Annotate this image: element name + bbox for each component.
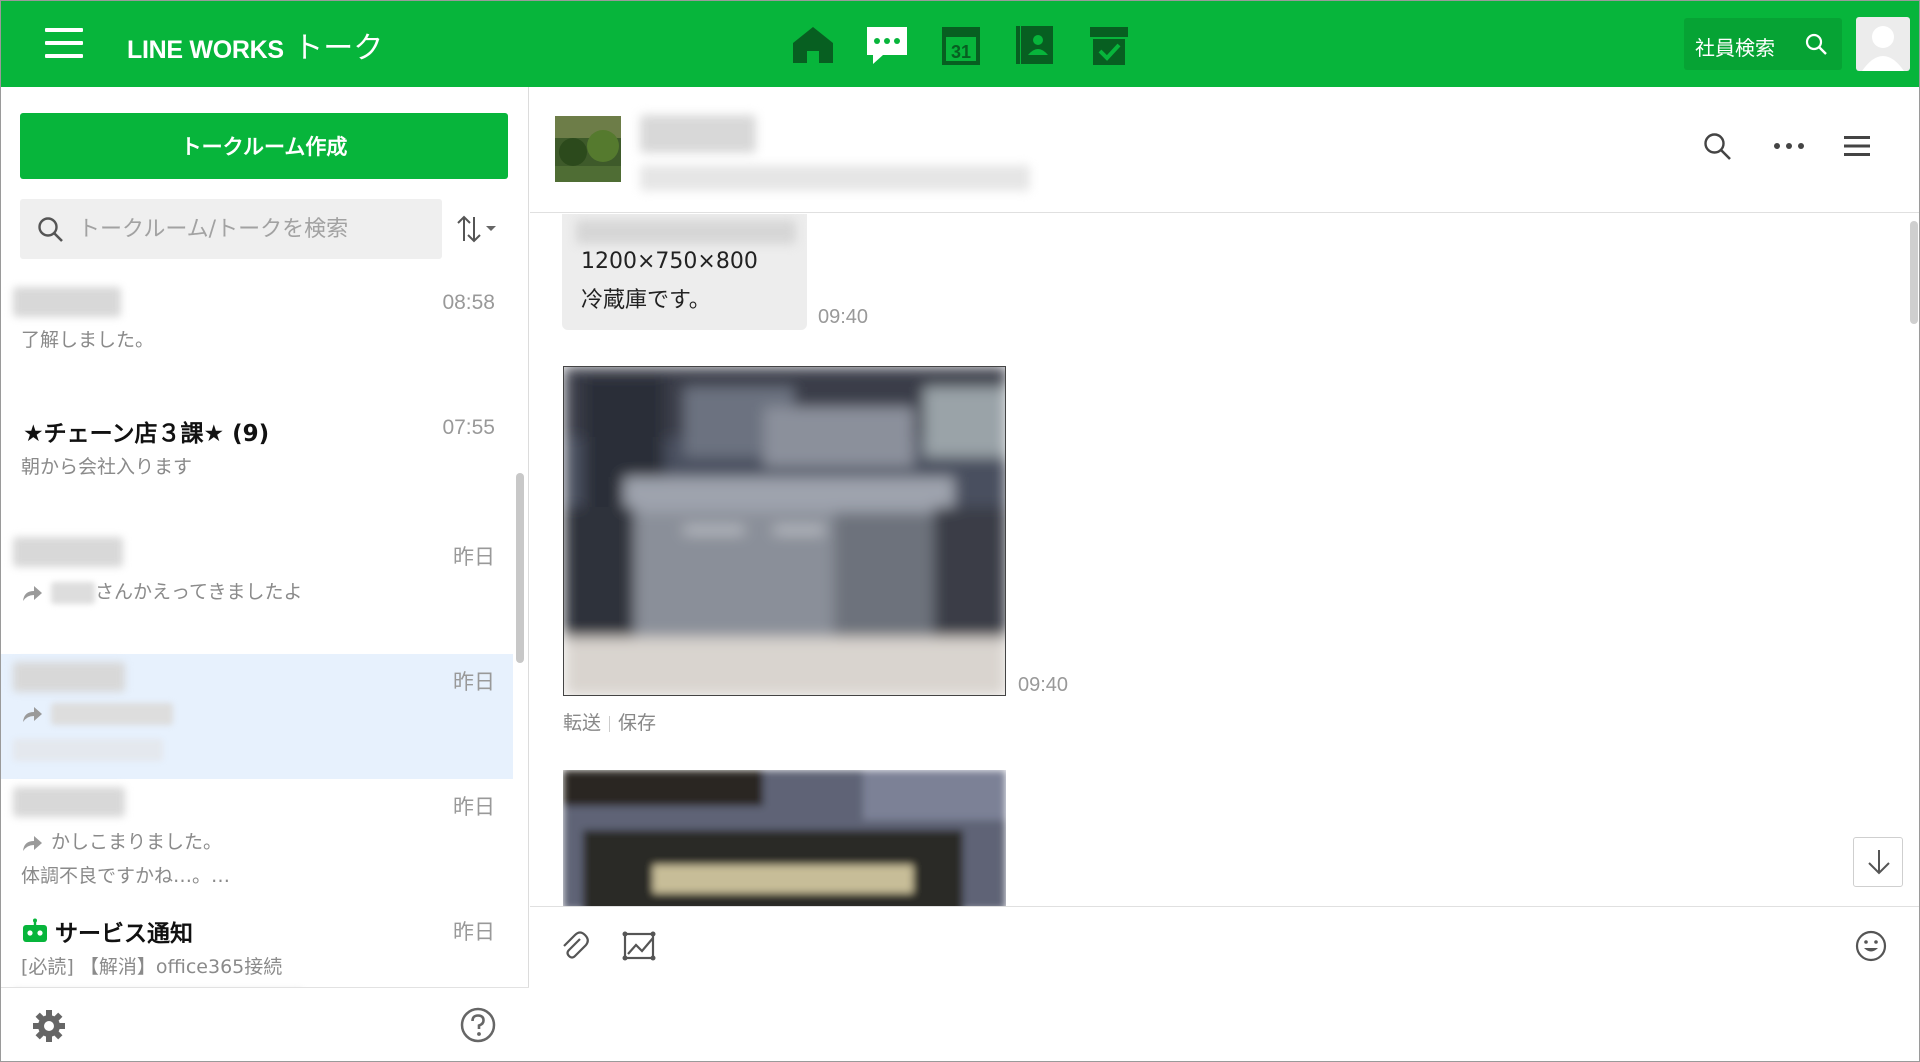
more-icon[interactable] bbox=[1772, 131, 1806, 161]
calendar-date: 31 bbox=[951, 42, 971, 62]
menu-icon[interactable] bbox=[1844, 131, 1872, 161]
photo-message[interactable] bbox=[563, 366, 1006, 696]
room-preview: さんかえってきましたよ bbox=[21, 577, 302, 604]
bot-icon bbox=[23, 918, 47, 942]
room-name: ★チェーン店３課★ (9) bbox=[23, 421, 270, 447]
forward-link[interactable]: 転送 bbox=[563, 712, 601, 734]
photo-actions: 転送 保存 bbox=[563, 708, 656, 735]
search-icon bbox=[38, 217, 63, 242]
calendar-icon[interactable]: 31 bbox=[937, 21, 985, 69]
message-composer bbox=[530, 906, 1919, 1061]
scrollbar-thumb[interactable] bbox=[1910, 221, 1918, 324]
search-icon[interactable] bbox=[1702, 131, 1732, 161]
message-time: 09:40 bbox=[818, 306, 869, 328]
talkroom-header bbox=[530, 87, 1919, 213]
talkroom-item[interactable]: 08:58 了解しました。 bbox=[1, 279, 513, 404]
room-name-redacted bbox=[13, 287, 121, 317]
redacted-text bbox=[51, 581, 95, 604]
message-line: 冷蔵庫です。 bbox=[581, 288, 711, 313]
forward-icon bbox=[23, 706, 42, 722]
employee-search-button[interactable]: 社員検索 bbox=[1684, 18, 1842, 70]
room-time: 昨日 bbox=[453, 796, 495, 819]
sidebar-footer bbox=[1, 987, 529, 1061]
redacted-text bbox=[51, 702, 173, 725]
photo-image bbox=[564, 367, 1005, 695]
employee-search-label: 社員検索 bbox=[1695, 36, 1775, 60]
save-link[interactable]: 保存 bbox=[618, 712, 656, 734]
scroll-to-bottom-button[interactable] bbox=[1853, 837, 1903, 887]
talkroom-item[interactable]: ★チェーン店３課★ (9) 07:55 朝から会社入ります bbox=[1, 404, 513, 529]
room-photo bbox=[555, 116, 621, 182]
app-name: トーク bbox=[293, 31, 384, 66]
sidebar-scrollbar[interactable] bbox=[514, 275, 526, 745]
message-area: 1200×750×800 冷蔵庫です。 09:40 09:40 転送 保存 bbox=[530, 214, 1919, 906]
app-window: LINE WORKS トーク 31 社員検索 トークルーム作成 トークルーム/ト… bbox=[0, 0, 1920, 1062]
talk-search-box[interactable] bbox=[20, 199, 442, 259]
talkroom-item[interactable]: 昨日 さんかえってきましたよ bbox=[1, 529, 513, 654]
room-thumbnail[interactable] bbox=[555, 116, 621, 182]
room-preview: 了解しました。 bbox=[21, 329, 155, 351]
room-preview: かしこまりました。 bbox=[21, 827, 222, 854]
room-preview-text: さんかえってきましたよ bbox=[95, 581, 303, 603]
talk-search-input[interactable] bbox=[78, 211, 428, 247]
room-preview-line2: 体調不良ですかね…。… bbox=[21, 865, 231, 887]
arrow-down-icon bbox=[1868, 850, 1890, 875]
sort-button[interactable] bbox=[453, 209, 505, 249]
scrollbar-thumb[interactable] bbox=[516, 473, 524, 663]
emoji-icon[interactable] bbox=[1854, 929, 1888, 963]
address-book-icon[interactable] bbox=[1011, 21, 1059, 69]
help-icon[interactable] bbox=[459, 1006, 497, 1044]
chat-icon[interactable] bbox=[863, 21, 911, 69]
room-name: サービス通知 bbox=[55, 921, 193, 947]
brand-logo-text: LINE WORKS bbox=[127, 36, 284, 64]
hamburger-icon[interactable] bbox=[45, 28, 83, 60]
talkroom-item-selected[interactable]: 昨日 bbox=[1, 654, 513, 779]
create-talkroom-button[interactable]: トークルーム作成 bbox=[20, 113, 508, 179]
room-preview-text: かしこまりました。 bbox=[51, 831, 223, 853]
talkroom-item[interactable]: 昨日 かしこまりました。 体調不良ですかね…。… bbox=[1, 779, 513, 904]
talk-sidebar: トークルーム作成 08:58 了解しました。 ★チェーン店３課★ (9) 07:… bbox=[1, 87, 529, 1061]
message-input[interactable] bbox=[560, 987, 1880, 1047]
room-time: 昨日 bbox=[453, 921, 495, 944]
forward-icon bbox=[23, 835, 42, 851]
message-bubble[interactable]: 1200×750×800 冷蔵庫です。 bbox=[562, 214, 807, 330]
room-name-redacted bbox=[13, 662, 125, 692]
photo-image bbox=[563, 770, 1006, 906]
talkroom-list: 08:58 了解しました。 ★チェーン店３課★ (9) 07:55 朝から会社入… bbox=[1, 279, 513, 987]
forward-icon bbox=[23, 585, 42, 601]
room-name-redacted bbox=[13, 787, 125, 817]
room-time: 昨日 bbox=[453, 546, 495, 569]
room-time: 08:58 bbox=[442, 291, 495, 314]
image-icon[interactable] bbox=[622, 929, 656, 963]
room-preview: [必読] 【解消】office365接続 bbox=[21, 956, 283, 978]
room-time: 07:55 bbox=[442, 416, 495, 439]
gear-icon[interactable] bbox=[31, 1008, 67, 1044]
room-preview bbox=[21, 702, 173, 725]
message-line: 1200×750×800 bbox=[581, 249, 758, 274]
room-preview-line2 bbox=[13, 738, 163, 761]
user-avatar[interactable] bbox=[1856, 17, 1910, 71]
top-header: LINE WORKS トーク 31 社員検索 bbox=[1, 1, 1919, 87]
message-time: 09:40 bbox=[1018, 674, 1069, 696]
person-icon bbox=[1862, 26, 1904, 71]
app-brand: LINE WORKS トーク bbox=[127, 23, 383, 67]
home-icon[interactable] bbox=[789, 21, 837, 69]
search-icon bbox=[1805, 33, 1827, 55]
talkroom-item[interactable]: サービス通知 昨日 [必読] 【解消】office365接続 bbox=[1, 904, 513, 987]
redacted-text bbox=[13, 738, 163, 761]
message-scrollbar[interactable] bbox=[1908, 221, 1919, 901]
room-title-redacted bbox=[640, 115, 756, 153]
room-name-redacted bbox=[13, 537, 123, 567]
sort-icon bbox=[457, 215, 496, 243]
attachment-icon[interactable] bbox=[558, 929, 590, 961]
talkroom-main: 1200×750×800 冷蔵庫です。 09:40 09:40 転送 保存 bbox=[530, 87, 1919, 1061]
room-preview: 朝から会社入ります bbox=[21, 456, 193, 478]
photo-message[interactable] bbox=[563, 770, 1006, 906]
room-time: 昨日 bbox=[453, 671, 495, 694]
task-icon[interactable] bbox=[1085, 21, 1133, 69]
room-members-redacted bbox=[640, 165, 1030, 191]
redacted-text bbox=[576, 220, 796, 244]
